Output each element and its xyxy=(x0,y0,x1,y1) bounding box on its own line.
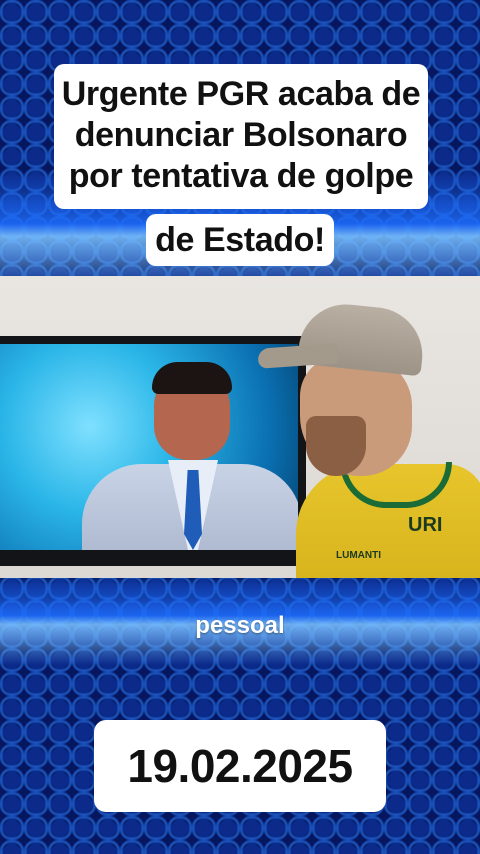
news-anchor-hair xyxy=(152,362,232,394)
video-frame[interactable]: URI LUMANTI xyxy=(0,276,480,578)
man-beard xyxy=(306,416,366,476)
subtitle-caption: pessoal xyxy=(195,612,285,639)
tv-set xyxy=(0,336,306,566)
man-cap xyxy=(296,299,428,377)
tv-screen xyxy=(0,344,298,550)
headline-line-2: denunciar Bolsonaro xyxy=(74,116,408,154)
shirt-sponsor: LUMANTI xyxy=(336,550,381,561)
shirt-logo: URI xyxy=(408,514,443,536)
headline-box: Urgente PGR acaba de denunciar Bolsonaro… xyxy=(54,64,428,209)
headline-line-4: de Estado! xyxy=(146,214,334,266)
headline-line-3: por tentativa de golpe xyxy=(68,157,414,195)
headline-line-1: Urgente PGR acaba de xyxy=(61,75,421,113)
date-label: 19.02.2025 xyxy=(94,720,386,812)
